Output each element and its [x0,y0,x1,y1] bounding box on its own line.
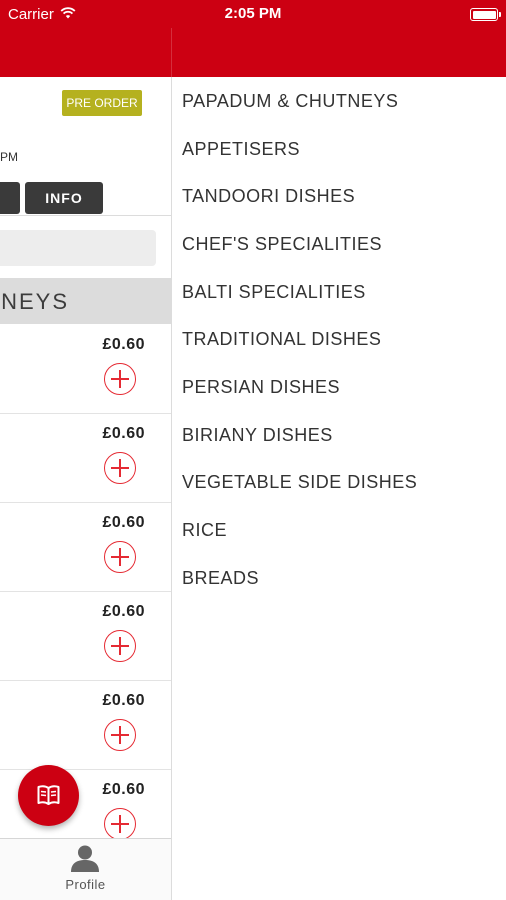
item-price: £0.60 [102,425,145,442]
add-item-button[interactable] [104,541,136,573]
category-item[interactable]: BREADS [182,568,259,589]
add-item-button[interactable] [104,630,136,662]
category-item[interactable]: RICE [182,520,227,541]
header-divider [171,28,172,77]
category-item[interactable]: BIRIANY DISHES [182,425,333,446]
add-item-button[interactable] [104,452,136,484]
status-time: 2:05 PM [224,5,282,22]
category-item[interactable]: PAPADUM & CHUTNEYS [182,91,398,112]
category-item[interactable]: VEGETABLE SIDE DISHES [182,472,417,493]
menu-book-icon [37,785,60,805]
battery-tip [499,12,501,17]
divider [0,215,171,216]
restaurant-menu-panel: PRE ORDER PM INFO NEYS £0.60 £0.60 £0.60… [0,77,171,900]
menu-fab-button[interactable] [18,765,79,826]
category-item[interactable]: BALTI SPECIALITIES [182,282,366,303]
category-item[interactable]: APPETISERS [182,139,300,160]
category-header: NEYS [0,278,171,324]
category-item[interactable]: CHEF'S SPECIALITIES [182,234,382,255]
category-header-label: NEYS [1,289,69,314]
item-price: £0.60 [102,781,145,798]
battery-icon [470,8,498,21]
menu-item: £0.60 [0,592,171,681]
opening-time-text: PM [0,150,18,164]
tab-bar: Profile [0,838,171,900]
add-item-button[interactable] [104,808,136,840]
menu-tab-button[interactable] [0,182,20,214]
profile-icon[interactable] [69,844,101,872]
category-item[interactable]: TRADITIONAL DISHES [182,329,381,350]
preorder-badge[interactable]: PRE ORDER [62,90,142,116]
add-item-button[interactable] [104,719,136,751]
tab-profile[interactable]: Profile [0,877,171,892]
item-price: £0.60 [102,603,145,620]
menu-item: £0.60 [0,414,171,503]
item-price: £0.60 [102,336,145,353]
category-drawer: PAPADUM & CHUTNEYS APPETISERS TANDOORI D… [172,77,506,900]
info-button[interactable]: INFO [25,182,103,214]
add-item-button[interactable] [104,363,136,395]
app-header: Carrier 2:05 PM [0,0,506,77]
menu-item: £0.60 [0,325,171,414]
item-price: £0.60 [102,514,145,531]
search-input[interactable] [0,230,156,266]
menu-item: £0.60 [0,681,171,770]
menu-item: £0.60 [0,503,171,592]
category-item[interactable]: PERSIAN DISHES [182,377,340,398]
category-item[interactable]: TANDOORI DISHES [182,186,355,207]
item-price: £0.60 [102,692,145,709]
